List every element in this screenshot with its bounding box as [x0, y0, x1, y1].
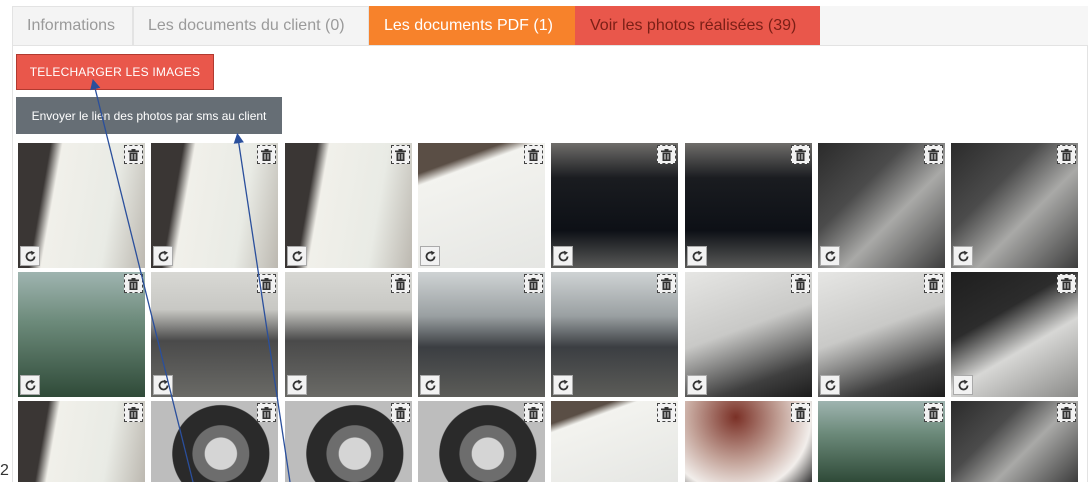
rotate-icon[interactable]	[287, 375, 307, 395]
rotate-icon[interactable]	[820, 375, 840, 395]
photo-thumbnail[interactable]	[418, 272, 545, 397]
photo-thumbnail[interactable]	[951, 272, 1078, 397]
trash-icon[interactable]	[257, 274, 276, 293]
tab-bar-filler	[820, 6, 1088, 45]
trash-icon[interactable]	[257, 403, 276, 422]
photo-thumbnail[interactable]	[151, 272, 278, 397]
trash-icon[interactable]	[124, 145, 143, 164]
rotate-icon[interactable]	[687, 246, 707, 266]
tab-photos[interactable]: Voir les photos réalisées (39)	[575, 6, 820, 45]
rotate-icon[interactable]	[153, 375, 173, 395]
send-sms-link-button[interactable]: Envoyer le lien des photos par sms au cl…	[16, 97, 282, 134]
rotate-icon[interactable]	[953, 375, 973, 395]
trash-icon[interactable]	[657, 403, 676, 422]
rotate-icon[interactable]	[287, 246, 307, 266]
photo-thumbnail[interactable]	[685, 143, 812, 268]
trash-icon[interactable]	[257, 145, 276, 164]
trash-icon[interactable]	[657, 145, 676, 164]
trash-icon[interactable]	[791, 145, 810, 164]
tab-pdf-documents[interactable]: Les documents PDF (1)	[369, 6, 575, 45]
photo-thumbnail[interactable]	[151, 401, 278, 482]
trash-icon[interactable]	[657, 274, 676, 293]
photo-thumbnail[interactable]	[285, 401, 412, 482]
rotate-icon[interactable]	[553, 375, 573, 395]
photo-thumbnail[interactable]	[818, 143, 945, 268]
rotate-icon[interactable]	[420, 246, 440, 266]
photo-thumbnail[interactable]	[151, 143, 278, 268]
photo-thumbnail[interactable]	[285, 272, 412, 397]
photo-thumbnail[interactable]	[418, 143, 545, 268]
trash-icon[interactable]	[391, 274, 410, 293]
trash-icon[interactable]	[1057, 403, 1076, 422]
trash-icon[interactable]	[124, 403, 143, 422]
photo-thumbnail[interactable]	[818, 272, 945, 397]
trash-icon[interactable]	[524, 403, 543, 422]
trash-icon[interactable]	[524, 274, 543, 293]
tab-bar: Informations Les documents du client (0)…	[12, 6, 1088, 46]
trash-icon[interactable]	[791, 274, 810, 293]
trash-icon[interactable]	[1057, 274, 1076, 293]
trash-icon[interactable]	[391, 145, 410, 164]
photo-thumbnail[interactable]	[951, 401, 1078, 482]
photo-thumbnail[interactable]	[18, 143, 145, 268]
rotate-icon[interactable]	[553, 246, 573, 266]
corner-mark: 2	[0, 462, 9, 479]
photo-thumbnail[interactable]	[18, 401, 145, 482]
tab-client-documents[interactable]: Les documents du client (0)	[133, 6, 369, 45]
photo-thumbnail[interactable]	[18, 272, 145, 397]
rotate-icon[interactable]	[20, 246, 40, 266]
rotate-icon[interactable]	[687, 375, 707, 395]
rotate-icon[interactable]	[953, 246, 973, 266]
trash-icon[interactable]	[924, 403, 943, 422]
trash-icon[interactable]	[924, 145, 943, 164]
photo-thumbnail[interactable]	[685, 401, 812, 482]
trash-icon[interactable]	[524, 145, 543, 164]
photo-thumbnail[interactable]	[818, 401, 945, 482]
photo-thumbnail[interactable]	[685, 272, 812, 397]
trash-icon[interactable]	[391, 403, 410, 422]
download-images-button[interactable]: TELECHARGER LES IMAGES	[16, 54, 214, 90]
rotate-icon[interactable]	[153, 246, 173, 266]
photo-thumbnail[interactable]	[551, 143, 678, 268]
trash-icon[interactable]	[924, 274, 943, 293]
photo-thumbnail[interactable]	[551, 272, 678, 397]
rotate-icon[interactable]	[820, 246, 840, 266]
rotate-icon[interactable]	[20, 375, 40, 395]
photo-grid	[18, 143, 1078, 482]
trash-icon[interactable]	[791, 403, 810, 422]
tab-informations[interactable]: Informations	[12, 6, 133, 45]
trash-icon[interactable]	[1057, 145, 1076, 164]
photo-thumbnail[interactable]	[951, 143, 1078, 268]
photo-thumbnail[interactable]	[285, 143, 412, 268]
photo-thumbnail[interactable]	[551, 401, 678, 482]
trash-icon[interactable]	[124, 274, 143, 293]
photo-thumbnail[interactable]	[418, 401, 545, 482]
rotate-icon[interactable]	[420, 375, 440, 395]
